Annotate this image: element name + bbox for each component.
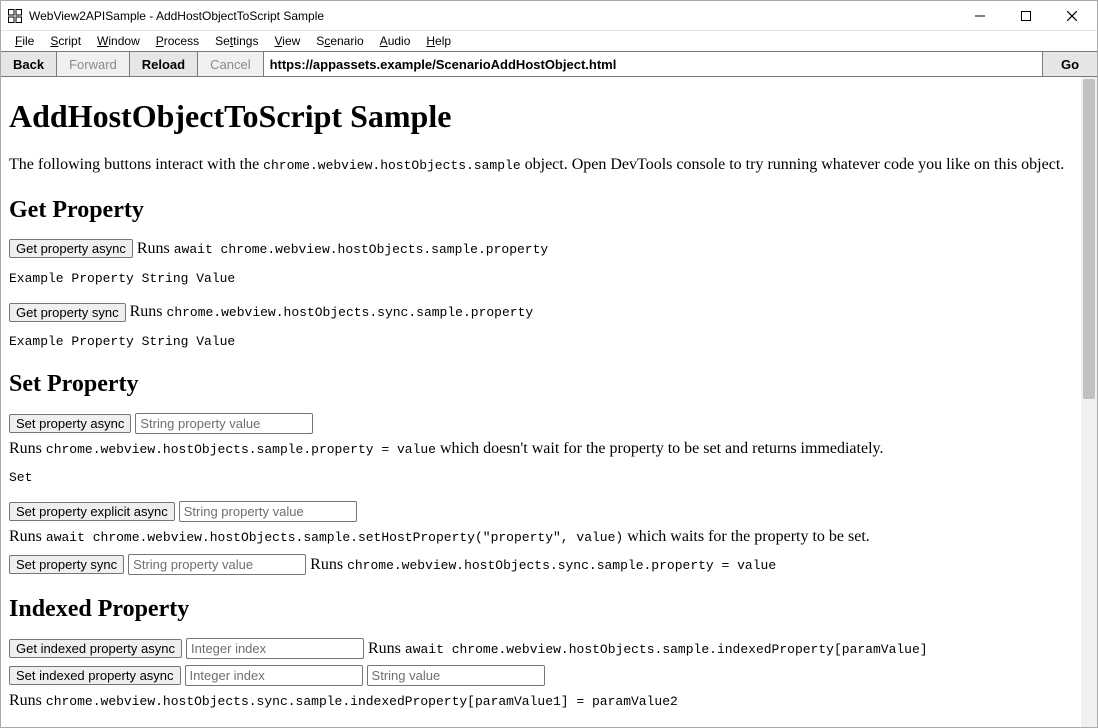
set-sync-desc: Runs chrome.webview.hostObjects.sync.sam… xyxy=(310,554,776,576)
vertical-scrollbar[interactable] xyxy=(1081,77,1097,727)
menu-scenario[interactable]: Scenario xyxy=(308,32,371,50)
row-set-async: Set property async Runs chrome.webview.h… xyxy=(9,413,1073,460)
menubar: File Script Window Process Settings View… xyxy=(1,31,1097,51)
get-property-async-button[interactable]: Get property async xyxy=(9,239,133,258)
heading-indexed-property: Indexed Property xyxy=(9,593,1073,625)
set-indexed-value-input[interactable] xyxy=(367,665,545,686)
set-async-desc: Runs chrome.webview.hostObjects.sample.p… xyxy=(9,438,883,460)
get-sync-result: Example Property String Value xyxy=(9,333,1073,351)
get-async-desc: Runs await chrome.webview.hostObjects.sa… xyxy=(137,238,548,260)
get-indexed-index-input[interactable] xyxy=(186,638,364,659)
address-bar[interactable]: https://appassets.example/ScenarioAddHos… xyxy=(264,52,1043,76)
close-button[interactable] xyxy=(1049,1,1095,31)
set-indexed-desc: Runs chrome.webview.hostObjects.sync.sam… xyxy=(9,690,678,712)
set-indexed-property-async-button[interactable]: Set indexed property async xyxy=(9,666,181,685)
intro-pre: The following buttons interact with the xyxy=(9,156,263,173)
page-title: AddHostObjectToScript Sample xyxy=(9,95,1073,138)
get-indexed-property-async-button[interactable]: Get indexed property async xyxy=(9,639,182,658)
get-sync-desc: Runs chrome.webview.hostObjects.sync.sam… xyxy=(130,301,534,323)
reload-button[interactable]: Reload xyxy=(130,52,198,76)
row-get-async: Get property async Runs await chrome.web… xyxy=(9,238,1073,260)
row-get-indexed-async: Get indexed property async Runs await ch… xyxy=(9,638,1073,660)
window-title: WebView2APISample - AddHostObjectToScrip… xyxy=(29,9,324,23)
set-property-async-button[interactable]: Set property async xyxy=(9,414,131,433)
maximize-button[interactable] xyxy=(1003,1,1049,31)
window-controls xyxy=(957,1,1095,31)
forward-button[interactable]: Forward xyxy=(57,52,130,76)
menu-process[interactable]: Process xyxy=(148,32,207,50)
get-property-sync-button[interactable]: Get property sync xyxy=(9,303,126,322)
set-property-sync-input[interactable] xyxy=(128,554,306,575)
row-get-sync: Get property sync Runs chrome.webview.ho… xyxy=(9,301,1073,323)
back-button[interactable]: Back xyxy=(1,52,57,76)
row-set-indexed-async: Set indexed property async Runs chrome.w… xyxy=(9,665,1073,712)
menu-settings[interactable]: Settings xyxy=(207,32,266,50)
menu-audio[interactable]: Audio xyxy=(372,32,419,50)
set-explicit-desc: Runs await chrome.webview.hostObjects.sa… xyxy=(9,526,870,548)
go-button[interactable]: Go xyxy=(1043,52,1097,76)
intro-code: chrome.webview.hostObjects.sample xyxy=(263,158,520,173)
row-set-sync: Set property sync Runs chrome.webview.ho… xyxy=(9,554,1073,576)
cancel-button[interactable]: Cancel xyxy=(198,52,263,76)
set-property-explicit-async-button[interactable]: Set property explicit async xyxy=(9,502,175,521)
get-async-result: Example Property String Value xyxy=(9,270,1073,288)
set-async-line: Set xyxy=(9,469,1073,487)
toolbar: Back Forward Reload Cancel https://appas… xyxy=(1,51,1097,77)
menu-view[interactable]: View xyxy=(266,32,308,50)
menu-file[interactable]: File xyxy=(7,32,42,50)
set-property-explicit-input[interactable] xyxy=(179,501,357,522)
menu-window[interactable]: Window xyxy=(89,32,148,50)
set-property-sync-button[interactable]: Set property sync xyxy=(9,555,124,574)
intro-post: object. Open DevTools console to try run… xyxy=(521,156,1065,173)
webview: AddHostObjectToScript Sample The followi… xyxy=(1,77,1097,727)
heading-set-property: Set Property xyxy=(9,368,1073,400)
menu-script[interactable]: Script xyxy=(42,32,89,50)
document-body: AddHostObjectToScript Sample The followi… xyxy=(1,77,1081,727)
row-set-explicit: Set property explicit async Runs await c… xyxy=(9,501,1073,548)
set-property-async-input[interactable] xyxy=(135,413,313,434)
minimize-button[interactable] xyxy=(957,1,1003,31)
set-indexed-index-input[interactable] xyxy=(185,665,363,686)
heading-get-property: Get Property xyxy=(9,194,1073,226)
intro-paragraph: The following buttons interact with the … xyxy=(9,154,1073,176)
get-indexed-desc: Runs await chrome.webview.hostObjects.sa… xyxy=(368,638,928,660)
app-icon xyxy=(7,8,23,24)
titlebar: WebView2APISample - AddHostObjectToScrip… xyxy=(1,1,1097,31)
scrollbar-thumb[interactable] xyxy=(1083,79,1095,399)
menu-help[interactable]: Help xyxy=(418,32,459,50)
